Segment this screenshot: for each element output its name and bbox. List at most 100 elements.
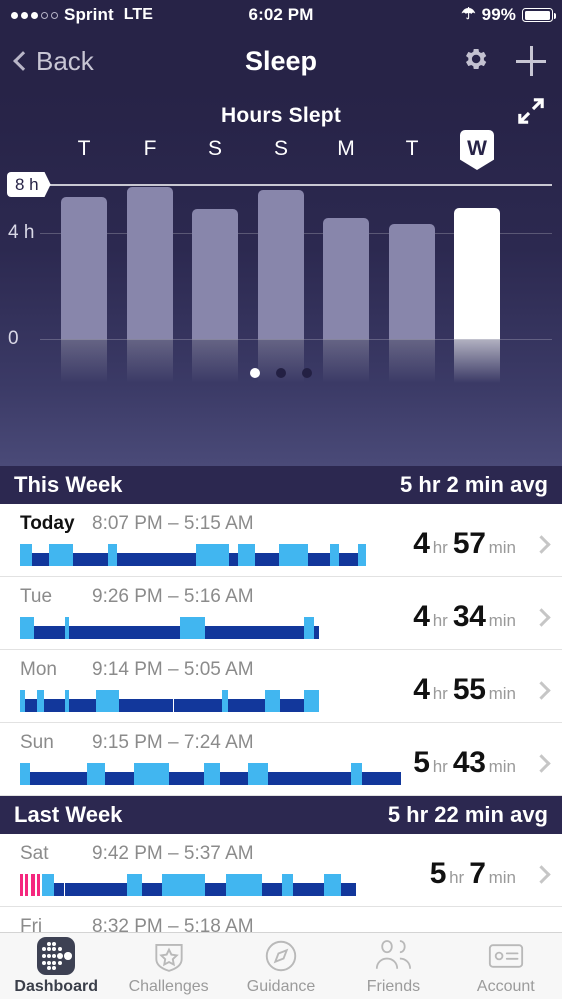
sleep-log-row[interactable]: Sat9:42 PM – 5:37 AM5hr7min: [0, 834, 562, 907]
hypnogram-segment-awake: [20, 874, 23, 896]
sleep-log-row[interactable]: Tue9:26 PM – 5:16 AM4hr34min: [0, 577, 562, 650]
chevron-right-icon[interactable]: [532, 754, 550, 772]
chart-bar-2[interactable]: [192, 209, 238, 339]
logo-dot: [42, 947, 46, 951]
hypnogram-segment-asleep: [396, 772, 402, 785]
network-type: LTE: [124, 6, 153, 24]
sleep-duration-minutes: 57: [453, 527, 486, 560]
tab-guidance[interactable]: Guidance: [225, 936, 337, 996]
logo-dot: [47, 961, 51, 965]
chart-day-label-6[interactable]: W: [457, 134, 497, 164]
sleep-log-row[interactable]: Mon9:14 PM – 5:05 AM4hr55min: [0, 650, 562, 723]
tab-account[interactable]: Account: [450, 936, 562, 996]
chart-day-label-4[interactable]: M: [326, 134, 366, 164]
hypnogram-segment-restless: [330, 544, 338, 566]
logo-dot: [52, 966, 56, 970]
chart-day-label-5[interactable]: T: [392, 134, 432, 164]
logo-dot: [52, 947, 56, 951]
sleep-log-row[interactable]: Sun9:15 PM – 7:24 AM5hr43min: [0, 723, 562, 796]
hypnogram-segment-asleep: [308, 553, 330, 566]
two-people-icon: [372, 936, 414, 976]
sleep-log-day: Sat: [20, 843, 76, 865]
back-button[interactable]: Back: [16, 46, 94, 77]
hypnogram-segment-asleep: [100, 553, 108, 566]
tab-dashboard[interactable]: Dashboard: [0, 936, 112, 996]
navigation-bar: Back Sleep: [0, 30, 562, 92]
hypnogram-segment-asleep: [287, 699, 304, 712]
hypnogram-segment-asleep: [150, 883, 162, 896]
hypnogram-segment-restless: [248, 763, 259, 785]
hypnogram-segment-asleep: [138, 699, 161, 712]
hypnogram-segment-awake: [37, 874, 40, 896]
section-title: This Week: [14, 472, 122, 498]
fitbit-dots-icon: [37, 937, 75, 975]
hypnogram-segment-restless: [20, 544, 32, 566]
sleep-log-row-header: Mon9:14 PM – 5:05 AM: [20, 659, 413, 681]
hypnogram: [20, 761, 401, 785]
hypnogram-segment-asleep: [331, 772, 340, 785]
chevron-right-icon[interactable]: [532, 681, 550, 699]
hypnogram-segment-restless: [265, 690, 280, 712]
hypnogram-segment-asleep: [268, 772, 279, 785]
chevron-right-icon[interactable]: [532, 535, 550, 553]
hypnogram-segment-asleep: [160, 699, 173, 712]
chevron-right-icon[interactable]: [532, 865, 550, 883]
chevron-left-icon: [13, 51, 33, 71]
sleep-goal-line: [48, 184, 552, 186]
hypnogram-segment-restless: [324, 874, 340, 896]
plus-icon[interactable]: [516, 46, 546, 76]
pagination-dot-2[interactable]: [302, 368, 312, 378]
sleep-log-time-range: 9:15 PM – 7:24 AM: [92, 732, 254, 754]
hypnogram-segment-restless: [108, 544, 117, 566]
chevron-right-icon[interactable]: [532, 608, 550, 626]
chart-pagination: [0, 368, 562, 378]
tab-challenges[interactable]: Challenges: [112, 936, 224, 996]
chart-day-label-3[interactable]: S: [261, 134, 301, 164]
chart-bar-1[interactable]: [127, 187, 173, 339]
hypnogram-segment-restless: [304, 690, 312, 712]
sleep-duration-hours: 5: [413, 746, 429, 779]
sleep-duration-hours-unit: hr: [433, 611, 448, 630]
sleep-log-row-details: Tue9:26 PM – 5:16 AM: [20, 586, 413, 639]
gear-icon[interactable]: [460, 44, 490, 79]
carrier-name: Sprint: [64, 5, 114, 25]
hypnogram-segment-asleep: [69, 699, 84, 712]
signal-dot: [31, 12, 38, 19]
tab-friends[interactable]: Friends: [337, 936, 449, 996]
sleep-duration: 4hr57min: [413, 527, 521, 561]
hypnogram-segment-restless: [300, 544, 308, 566]
chart-day-label-2[interactable]: S: [195, 134, 235, 164]
sleep-log-row[interactable]: Today8:07 PM – 5:15 AM4hr57min: [0, 504, 562, 577]
hypnogram-segment-restless: [192, 617, 199, 639]
hypnogram-segment-restless: [248, 874, 262, 896]
hypnogram-segment-restless: [49, 544, 61, 566]
signal-dot: [11, 12, 18, 19]
chart-bar-5[interactable]: [389, 224, 435, 339]
sleep-log-row-details: Sun9:15 PM – 7:24 AM: [20, 732, 413, 785]
chart-bar-0[interactable]: [61, 197, 107, 339]
section-average: 5 hr 22 min avg: [388, 802, 548, 828]
chart-day-label-0[interactable]: T: [64, 134, 104, 164]
expand-arrows-icon[interactable]: [514, 94, 548, 128]
hypnogram-segment-asleep: [293, 626, 304, 639]
hypnogram-segment-restless: [279, 544, 287, 566]
logo-dot: [42, 961, 46, 965]
hypnogram-segment-asleep: [189, 553, 196, 566]
chart-day-labels: TFSSMTW: [0, 134, 562, 170]
sleep-log-duration-area: 4hr34min: [413, 586, 548, 634]
hypnogram-segment-restless: [226, 874, 236, 896]
chart-bar-3[interactable]: [258, 190, 304, 339]
hypnogram-segment-restless: [20, 763, 30, 785]
chart-bar-4[interactable]: [323, 218, 369, 339]
hypnogram-segment-asleep: [280, 699, 287, 712]
chart-day-label-1[interactable]: F: [130, 134, 170, 164]
chart-bar-6[interactable]: [454, 208, 500, 339]
pagination-dot-1[interactable]: [276, 368, 286, 378]
hypnogram-segment-restless: [235, 874, 248, 896]
hypnogram-segment-asleep: [44, 699, 65, 712]
hypnogram-segment-asleep: [340, 772, 351, 785]
signal-dot: [41, 12, 48, 19]
hypnogram-segment-restless: [96, 690, 110, 712]
pagination-dot-0[interactable]: [250, 368, 260, 378]
hypnogram-segment-restless: [260, 763, 268, 785]
